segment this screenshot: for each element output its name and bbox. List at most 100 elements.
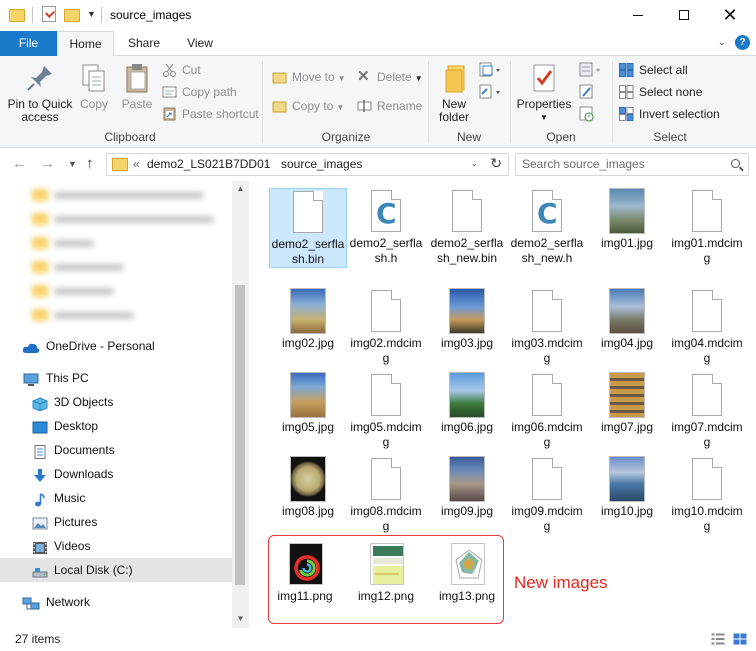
select-none-button[interactable]: Select none: [619, 82, 702, 102]
file-item[interactable]: img08.jpg: [269, 456, 347, 536]
forward-button[interactable]: →: [40, 155, 55, 172]
scissors-icon: [162, 63, 177, 77]
file-item[interactable]: demo2_serflash.bin: [269, 188, 347, 268]
search-box[interactable]: [515, 153, 749, 176]
file-item[interactable]: img04.mdcimg: [668, 288, 746, 368]
tab-home[interactable]: Home: [57, 31, 114, 57]
collapse-ribbon-icon[interactable]: ⌄: [718, 37, 726, 48]
file-item[interactable]: img03.mdcimg: [508, 288, 586, 368]
maximize-button[interactable]: [661, 0, 707, 31]
scroll-thumb[interactable]: [235, 285, 245, 585]
blurred-folder[interactable]: [22, 258, 218, 276]
history-button[interactable]: [578, 106, 604, 122]
edit-button[interactable]: [578, 84, 604, 100]
open-button[interactable]: [578, 62, 604, 78]
blurred-folder[interactable]: [22, 306, 218, 324]
paste-shortcut-button[interactable]: Paste shortcut: [162, 104, 259, 124]
file-item[interactable]: demo2_serflash_new.bin: [428, 188, 506, 268]
file-item[interactable]: img02.jpg: [269, 288, 347, 368]
search-input[interactable]: [522, 157, 722, 171]
easy-access-button[interactable]: [476, 84, 504, 100]
up-button[interactable]: ↑: [86, 155, 94, 172]
copy-path-button[interactable]: Copy path: [162, 82, 237, 102]
move-to-button[interactable]: Move to ▼: [272, 67, 346, 87]
delete-button[interactable]: ✕ Delete ▼: [357, 67, 423, 87]
cut-label: Cut: [182, 63, 201, 77]
scroll-down-icon[interactable]: ▼: [232, 614, 249, 623]
file-item[interactable]: C demo2_serflash.h: [347, 188, 425, 268]
file-item[interactable]: img07.mdcimg: [668, 372, 746, 452]
nav-item-this-pc[interactable]: This PC: [0, 366, 232, 390]
invert-selection-icon: [619, 107, 634, 121]
nav-item-downloads[interactable]: Downloads: [0, 462, 232, 486]
blurred-folder[interactable]: [22, 282, 218, 300]
address-dropdown-icon[interactable]: ⌄: [470, 158, 478, 169]
back-button[interactable]: ←: [12, 155, 27, 172]
details-view-icon[interactable]: [711, 633, 725, 645]
breadcrumb-source-images[interactable]: source_images: [281, 157, 362, 171]
properties-quick-icon[interactable]: [42, 6, 56, 22]
image-thumbnail: [290, 456, 326, 502]
window-title: source_images: [110, 8, 192, 22]
invert-selection-button[interactable]: Invert selection: [619, 104, 720, 124]
close-button[interactable]: ✕: [707, 0, 753, 31]
file-item[interactable]: img09.mdcimg: [508, 456, 586, 536]
file-item[interactable]: img01.jpg: [588, 188, 666, 268]
file-item[interactable]: img10.mdcimg: [668, 456, 746, 536]
blurred-folder[interactable]: [22, 210, 218, 228]
scroll-up-icon[interactable]: ▲: [232, 184, 249, 193]
file-item[interactable]: img02.mdcimg: [347, 288, 425, 368]
recent-locations-button[interactable]: ▼: [68, 159, 77, 169]
file-item[interactable]: img04.jpg: [588, 288, 666, 368]
tab-file[interactable]: File: [0, 31, 57, 56]
file-item[interactable]: img07.jpg: [588, 372, 666, 452]
tab-view[interactable]: View: [174, 31, 226, 56]
address-bar[interactable]: « demo2_LS021B7DD01 › source_images ⌄ ↻: [106, 153, 509, 176]
tab-share[interactable]: Share: [118, 31, 170, 56]
properties-button[interactable]: Properties ▼: [514, 62, 574, 124]
file-item[interactable]: img05.jpg: [269, 372, 347, 452]
nav-item-videos[interactable]: Videos: [0, 534, 232, 558]
file-item[interactable]: img06.mdcimg: [508, 372, 586, 452]
file-item[interactable]: img01.mdcimg: [668, 188, 746, 268]
file-item[interactable]: img10.jpg: [588, 456, 666, 536]
nav-item-network[interactable]: Network: [0, 590, 232, 614]
file-icon: [293, 191, 323, 233]
customize-quick-access-icon[interactable]: ▼: [87, 9, 96, 19]
blurred-folder[interactable]: [22, 186, 218, 204]
navigation-scrollbar[interactable]: ▲ ▼: [232, 181, 249, 628]
nav-item-documents[interactable]: Documents: [0, 438, 232, 462]
new-item-button[interactable]: [476, 62, 504, 78]
breadcrumb-chevron-icon[interactable]: ›: [265, 158, 268, 169]
copy-to-button[interactable]: Copy to ▼: [272, 96, 344, 116]
paste-button[interactable]: Paste: [117, 62, 157, 111]
new-folder-quick-icon[interactable]: [64, 9, 80, 22]
blurred-folder[interactable]: [22, 234, 218, 252]
nav-item-desktop[interactable]: Desktop: [0, 414, 232, 438]
file-item[interactable]: img05.mdcimg: [347, 372, 425, 452]
nav-item-local-disk[interactable]: Local Disk (C:): [0, 558, 232, 582]
breadcrumb-demo2[interactable]: demo2_LS021B7DD01: [147, 157, 270, 171]
file-item[interactable]: img06.jpg: [428, 372, 506, 452]
cut-button[interactable]: Cut: [162, 60, 201, 80]
help-icon[interactable]: ?: [735, 35, 750, 50]
rename-button[interactable]: Rename: [357, 96, 422, 116]
refresh-icon[interactable]: ↻: [490, 155, 502, 172]
nav-item-pictures[interactable]: Pictures: [0, 510, 232, 534]
file-item[interactable]: img03.jpg: [428, 288, 506, 368]
select-all-button[interactable]: Select all: [619, 60, 688, 80]
copy-button[interactable]: Copy: [76, 62, 112, 111]
nav-item-onedrive[interactable]: OneDrive - Personal: [0, 334, 232, 358]
file-item[interactable]: C demo2_serflash_new.h: [508, 188, 586, 268]
file-item[interactable]: img08.mdcimg: [347, 456, 425, 536]
large-icons-view-icon[interactable]: [733, 633, 747, 645]
address-overflow[interactable]: «: [133, 157, 140, 171]
delete-icon: ✕: [357, 68, 370, 85]
nav-item-3d-objects[interactable]: 3D Objects: [0, 390, 232, 414]
minimize-button[interactable]: [615, 0, 661, 31]
pin-to-quick-access-button[interactable]: Pin to Quick access: [4, 62, 76, 124]
file-item[interactable]: img09.jpg: [428, 456, 506, 536]
new-folder-button[interactable]: New folder: [434, 62, 474, 124]
nav-item-music[interactable]: Music: [0, 486, 232, 510]
rename-icon: [357, 99, 372, 113]
